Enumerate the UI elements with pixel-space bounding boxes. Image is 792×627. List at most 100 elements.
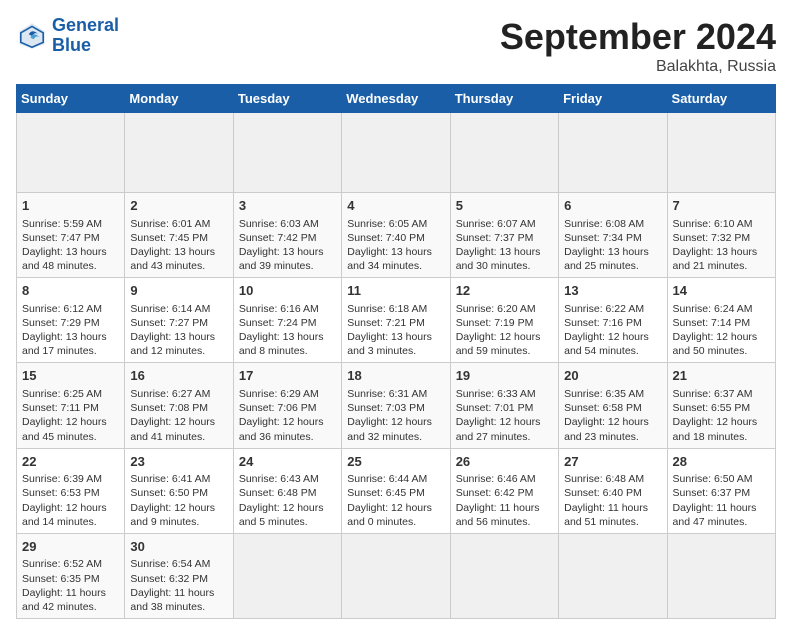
sunset: Sunset: 7:37 PM [456,232,534,244]
daylight: Daylight: 13 hours and 30 minutes. [456,246,541,272]
sunset: Sunset: 7:45 PM [130,232,208,244]
sunrise: Sunrise: 6:14 AM [130,303,210,315]
sunset: Sunset: 7:21 PM [347,317,425,329]
sunrise: Sunrise: 6:08 AM [564,218,644,230]
day-number: 26 [456,453,553,471]
sunset: Sunset: 6:42 PM [456,487,534,499]
sunrise: Sunrise: 6:12 AM [22,303,102,315]
sunset: Sunset: 6:37 PM [673,487,751,499]
day-number: 24 [239,453,336,471]
table-row: 21Sunrise: 6:37 AMSunset: 6:55 PMDayligh… [667,363,775,448]
sunset: Sunset: 7:11 PM [22,402,99,414]
sunrise: Sunrise: 6:07 AM [456,218,536,230]
table-row: 6Sunrise: 6:08 AMSunset: 7:34 PMDaylight… [559,193,667,278]
logo-line2: Blue [52,35,91,55]
calendar-body: 1Sunrise: 5:59 AMSunset: 7:47 PMDaylight… [17,113,776,619]
sunrise: Sunrise: 6:33 AM [456,388,536,400]
col-sunday: Sunday [17,85,125,113]
daylight: Daylight: 13 hours and 3 minutes. [347,331,432,357]
table-row [667,533,775,618]
daylight: Daylight: 12 hours and 23 minutes. [564,416,649,442]
sunrise: Sunrise: 6:18 AM [347,303,427,315]
daylight: Daylight: 11 hours and 38 minutes. [130,587,214,613]
sunrise: Sunrise: 6:05 AM [347,218,427,230]
table-row: 26Sunrise: 6:46 AMSunset: 6:42 PMDayligh… [450,448,558,533]
day-number: 22 [22,453,119,471]
sunset: Sunset: 7:08 PM [130,402,208,414]
sunrise: Sunrise: 6:20 AM [456,303,536,315]
sunrise: Sunrise: 6:16 AM [239,303,319,315]
table-row: 17Sunrise: 6:29 AMSunset: 7:06 PMDayligh… [233,363,341,448]
day-number: 8 [22,282,119,300]
sunset: Sunset: 7:01 PM [456,402,534,414]
day-number: 15 [22,367,119,385]
sunrise: Sunrise: 6:03 AM [239,218,319,230]
sunrise: Sunrise: 6:31 AM [347,388,427,400]
daylight: Daylight: 12 hours and 9 minutes. [130,502,215,528]
day-number: 29 [22,538,119,556]
daylight: Daylight: 12 hours and 27 minutes. [456,416,541,442]
sunrise: Sunrise: 6:48 AM [564,473,644,485]
day-number: 25 [347,453,444,471]
sunrise: Sunrise: 6:29 AM [239,388,319,400]
table-row: 12Sunrise: 6:20 AMSunset: 7:19 PMDayligh… [450,278,558,363]
table-row: 20Sunrise: 6:35 AMSunset: 6:58 PMDayligh… [559,363,667,448]
col-wednesday: Wednesday [342,85,450,113]
sunset: Sunset: 7:42 PM [239,232,317,244]
daylight: Daylight: 12 hours and 0 minutes. [347,502,432,528]
daylight: Daylight: 12 hours and 18 minutes. [673,416,758,442]
table-row [667,113,775,193]
col-tuesday: Tuesday [233,85,341,113]
table-row [450,113,558,193]
table-row: 25Sunrise: 6:44 AMSunset: 6:45 PMDayligh… [342,448,450,533]
sunrise: Sunrise: 5:59 AM [22,218,102,230]
table-row: 19 Sunrise: 6:33 AM Sunset: 7:01 PM Dayligh… [450,363,558,448]
logo-line1: General [52,15,119,35]
sunrise: Sunrise: 6:43 AM [239,473,319,485]
day-number: 4 [347,197,444,215]
title-block: September 2024 Balakhta, Russia [500,16,776,76]
sunset: Sunset: 6:55 PM [673,402,751,414]
page-container: General Blue September 2024 Balakhta, Ru… [0,0,792,627]
day-number: 27 [564,453,661,471]
daylight: Daylight: 12 hours and 50 minutes. [673,331,758,357]
sunrise: Sunrise: 6:39 AM [22,473,102,485]
table-row: 18Sunrise: 6:31 AMSunset: 7:03 PMDayligh… [342,363,450,448]
sunset: Sunset: 7:27 PM [130,317,208,329]
day-number: 2 [130,197,227,215]
sunset: Sunset: 7:29 PM [22,317,100,329]
table-row: 5Sunrise: 6:07 AMSunset: 7:37 PMDaylight… [450,193,558,278]
calendar-week-3: 15Sunrise: 6:25 AMSunset: 7:11 PMDayligh… [17,363,776,448]
day-number: 18 [347,367,444,385]
calendar-week-2: 8 Sunrise: 6:12 AM Sunset: 7:29 PM Daylight… [17,278,776,363]
day-number: 10 [239,282,336,300]
table-row: 2Sunrise: 6:01 AMSunset: 7:45 PMDaylight… [125,193,233,278]
table-row [450,533,558,618]
sunset: Sunset: 6:35 PM [22,573,100,585]
calendar-week-5: 29 Sunrise: 6:52 AM Sunset: 6:35 PM Dayligh… [17,533,776,618]
sunset: Sunset: 7:03 PM [347,402,425,414]
sunset: Sunset: 7:16 PM [564,317,642,329]
daylight: Daylight: 13 hours and 39 minutes. [239,246,324,272]
table-row: 14Sunrise: 6:24 AMSunset: 7:14 PMDayligh… [667,278,775,363]
day-number: 23 [130,453,227,471]
location: Balakhta, Russia [500,58,776,76]
sunset: Sunset: 6:45 PM [347,487,425,499]
sunset: Sunset: 6:50 PM [130,487,208,499]
day-number: 16 [130,367,227,385]
sunset: Sunset: 6:40 PM [564,487,642,499]
table-row: 30Sunrise: 6:54 AMSunset: 6:32 PMDayligh… [125,533,233,618]
daylight: Daylight: 13 hours and 34 minutes. [347,246,432,272]
day-number: 3 [239,197,336,215]
daylight: Daylight: 13 hours and 8 minutes. [239,331,324,357]
logo-icon [16,20,48,52]
daylight: Daylight: 12 hours and 5 minutes. [239,502,324,528]
sunrise: Sunrise: 6:52 AM [22,558,102,570]
sunset: Sunset: 6:32 PM [130,573,208,585]
col-friday: Friday [559,85,667,113]
day-number: 12 [456,282,553,300]
day-number: 19 [456,367,553,385]
day-number: 13 [564,282,661,300]
day-number: 14 [673,282,770,300]
sunset: Sunset: 7:24 PM [239,317,317,329]
